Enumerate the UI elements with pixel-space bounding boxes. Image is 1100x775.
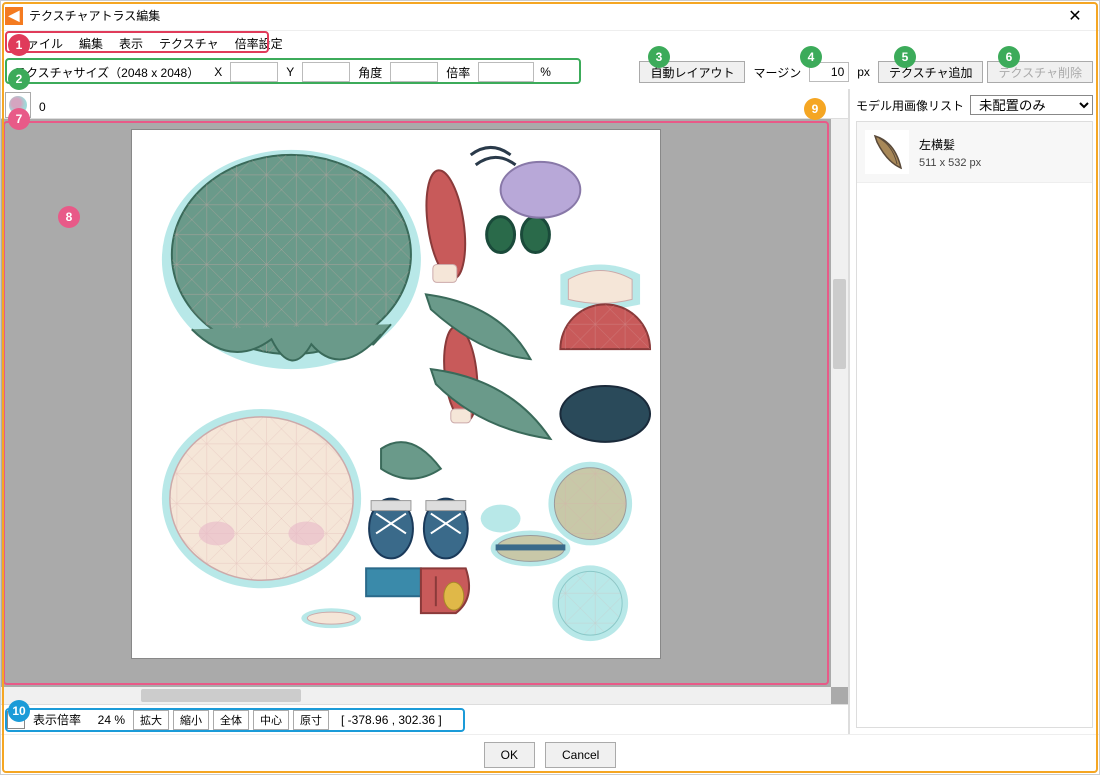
- x-label: X: [210, 65, 226, 79]
- cursor-coords: [ -378.96 , 302.36 ]: [333, 713, 450, 727]
- menu-edit[interactable]: 編集: [71, 33, 111, 54]
- right-panel: モデル用画像リスト 未配置のみ 左横髪 511 x 532 px: [849, 89, 1099, 734]
- tabrow: 0: [1, 89, 848, 119]
- y-input[interactable]: [302, 62, 350, 82]
- delete-texture-button[interactable]: テクスチャ削除: [987, 61, 1093, 83]
- texture-size-label: テクスチャサイズ（2048 x 2048）: [7, 61, 206, 84]
- zoom-label: 表示倍率: [29, 711, 85, 728]
- angle-label: 角度: [354, 64, 386, 81]
- zoom-in-button[interactable]: 拡大: [133, 710, 169, 730]
- close-icon[interactable]: ✕: [1055, 2, 1095, 30]
- scrollbar-horizontal[interactable]: [1, 687, 831, 704]
- footer: OK Cancel: [1, 734, 1099, 774]
- zoom-fit-button[interactable]: 全体: [213, 710, 249, 730]
- margin-input[interactable]: [809, 62, 849, 82]
- ok-button[interactable]: OK: [484, 742, 535, 768]
- toolbar: テクスチャサイズ（2048 x 2048） X Y 角度 倍率 % 自動レイアウ…: [1, 55, 1099, 89]
- image-list[interactable]: 左横髪 511 x 532 px: [856, 121, 1093, 728]
- cancel-button[interactable]: Cancel: [545, 742, 616, 768]
- texture-tab-label[interactable]: 0: [31, 96, 54, 118]
- scrollbar-vertical[interactable]: [831, 119, 848, 687]
- margin-label: マージン: [749, 64, 805, 81]
- scrollbar-thumb-v[interactable]: [833, 279, 846, 369]
- zoom-center-button[interactable]: 中心: [253, 710, 289, 730]
- list-item-dim: 511 x 532 px: [919, 157, 981, 169]
- left-panel: 0: [1, 89, 849, 734]
- px-label: px: [853, 65, 874, 79]
- list-item-name: 左横髪: [919, 136, 981, 153]
- angle-input[interactable]: [390, 62, 438, 82]
- auto-layout-button[interactable]: 自動レイアウト: [639, 61, 745, 83]
- list-item-thumb: [865, 130, 909, 174]
- atlas-svg: [132, 130, 660, 658]
- scale-input[interactable]: [478, 62, 534, 82]
- titlebar: ◀ テクスチャアトラス編集 ✕: [1, 1, 1099, 31]
- list-item[interactable]: 左横髪 511 x 532 px: [857, 122, 1092, 183]
- canvas-area[interactable]: [1, 119, 848, 704]
- x-input[interactable]: [230, 62, 278, 82]
- statusbar: 表示倍率 24 % 拡大 縮小 全体 中心 原寸 [ -378.96 , 302…: [1, 704, 848, 734]
- menu-view[interactable]: 表示: [111, 33, 151, 54]
- menu-texture[interactable]: テクスチャ: [151, 33, 227, 54]
- zoom-value: 24 %: [89, 713, 129, 727]
- window-title: テクスチャアトラス編集: [29, 7, 160, 24]
- texture-canvas[interactable]: [131, 129, 661, 659]
- texture-tab-thumb[interactable]: [5, 92, 31, 118]
- image-list-label: モデル用画像リスト: [856, 97, 964, 114]
- menu-file[interactable]: ファイル: [7, 33, 71, 54]
- scale-label: 倍率: [442, 64, 474, 81]
- filter-select[interactable]: 未配置のみ: [970, 95, 1093, 115]
- zoom-actual-button[interactable]: 原寸: [293, 710, 329, 730]
- right-header: モデル用画像リスト 未配置のみ: [856, 95, 1093, 115]
- titlebar-left: ◀ テクスチャアトラス編集: [5, 7, 160, 25]
- body: 0: [1, 89, 1099, 734]
- percent-label: %: [538, 65, 553, 79]
- add-texture-button[interactable]: テクスチャ追加: [878, 61, 984, 83]
- list-item-text: 左横髪 511 x 532 px: [919, 136, 981, 169]
- status-color-box[interactable]: [7, 711, 25, 729]
- y-label: Y: [282, 65, 298, 79]
- menu-scale[interactable]: 倍率設定: [227, 33, 291, 54]
- window: ◀ テクスチャアトラス編集 ✕ ファイル 編集 表示 テクスチャ 倍率設定 テク…: [0, 0, 1100, 775]
- menubar: ファイル 編集 表示 テクスチャ 倍率設定: [1, 31, 1099, 55]
- zoom-out-button[interactable]: 縮小: [173, 710, 209, 730]
- app-icon: ◀: [5, 7, 23, 25]
- scrollbar-thumb-h[interactable]: [141, 689, 301, 702]
